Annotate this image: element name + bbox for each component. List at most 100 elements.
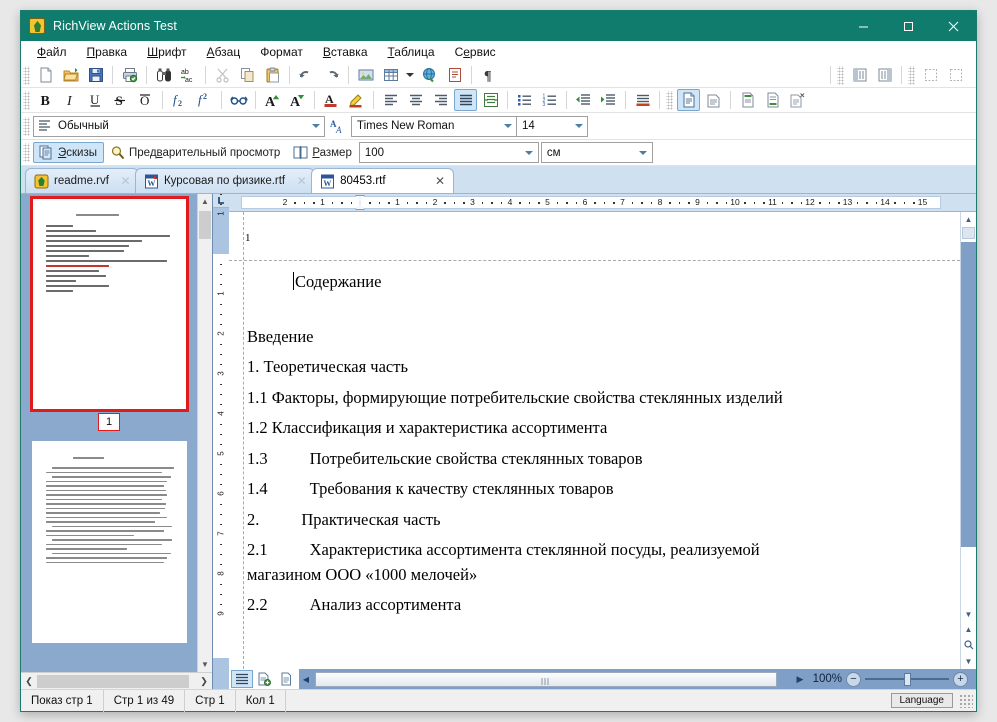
font-name-dropdown-arrow-icon[interactable]	[499, 117, 516, 136]
menu-file[interactable]: Файл	[27, 43, 77, 61]
menu-insert[interactable]: Вставка	[313, 43, 378, 61]
table-dropdown-arrow-icon[interactable]	[404, 64, 416, 86]
thumbnail-hscroll-thumb[interactable]	[37, 675, 189, 688]
zoom-slider[interactable]	[865, 672, 949, 687]
thumbnail-hscroll-track[interactable]	[37, 674, 196, 689]
increase-indent-icon[interactable]	[597, 89, 620, 111]
tab-close-icon[interactable]: ✕	[119, 175, 132, 188]
toc-line[interactable]: 2.2Анализ ассортимента	[247, 597, 960, 614]
hscroll-right-arrow-icon[interactable]: ▶	[792, 674, 808, 685]
menu-font[interactable]: Шрифт	[137, 43, 196, 61]
menu-edit[interactable]: Правка	[77, 43, 138, 61]
reading-view-icon[interactable]	[275, 670, 297, 688]
minimize-button[interactable]	[841, 11, 886, 41]
resize-grip-icon[interactable]	[959, 694, 973, 708]
tab-80453-rtf[interactable]: W 80453.rtf ✕	[311, 168, 453, 193]
borders-icon[interactable]	[631, 89, 654, 111]
new-document-icon[interactable]	[34, 64, 57, 86]
toolbar-grip[interactable]	[23, 66, 30, 85]
toc-line[interactable]: 2.Практическая часть	[247, 512, 960, 529]
paragraph-style-dropdown-arrow-icon[interactable]	[307, 117, 324, 136]
zoom-slider-knob[interactable]	[904, 673, 911, 686]
line-spacing-icon[interactable]	[479, 89, 502, 111]
font-size-dropdown-arrow-icon[interactable]	[570, 117, 587, 136]
close-button[interactable]	[931, 11, 976, 41]
preview-toggle[interactable]: Предварительный просмотр	[104, 142, 287, 163]
decrease-indent-icon[interactable]	[572, 89, 595, 111]
previous-page-button[interactable]: ▲	[961, 621, 976, 637]
menu-service[interactable]: Сервис	[445, 43, 506, 61]
menu-paragraph[interactable]: Абзац	[197, 43, 251, 61]
cut-scissors-icon[interactable]	[211, 64, 234, 86]
hscroll-left-arrow-icon[interactable]: ◀	[299, 675, 313, 684]
draft-view-icon[interactable]	[702, 89, 725, 111]
thumbnail-hscroll-left-arrow-icon[interactable]: ❮	[21, 673, 37, 689]
insert-picture-icon[interactable]	[354, 64, 377, 86]
align-justify-icon[interactable]	[454, 89, 477, 111]
document-hscroll-thumb[interactable]	[315, 672, 777, 687]
thumbnails-toggle[interactable]: Эскизы	[33, 142, 104, 163]
font-name-combo[interactable]: Times New Roman	[351, 116, 517, 137]
redo-arrow-icon[interactable]	[320, 64, 343, 86]
doc-scroll-up-arrow-icon[interactable]: ▲	[961, 212, 976, 226]
toolbar-grip-3[interactable]	[908, 66, 915, 85]
tab-close-icon[interactable]: ✕	[295, 175, 308, 188]
page-columns-right-icon[interactable]	[873, 64, 896, 86]
insert-section-icon[interactable]	[761, 89, 784, 111]
styles-grip[interactable]	[23, 117, 30, 136]
paragraph-style-combo[interactable]: Обычный	[33, 116, 325, 137]
empty-box-icon[interactable]	[919, 64, 942, 86]
thumbnail-scroll-down-arrow-icon[interactable]: ▼	[198, 657, 212, 672]
vertical-ruler[interactable]: 1123456789	[213, 194, 229, 689]
save-icon[interactable]	[84, 64, 107, 86]
highlight-marker-icon[interactable]	[345, 89, 368, 111]
select-browse-object-icon[interactable]	[961, 637, 976, 653]
grow-font-icon[interactable]: A	[261, 89, 284, 111]
insert-table-icon[interactable]	[379, 64, 402, 86]
insert-note-icon[interactable]	[443, 64, 466, 86]
preview-unit-combo[interactable]: см	[541, 142, 653, 163]
doc-scroll-track[interactable]	[961, 226, 976, 607]
open-folder-icon[interactable]	[59, 64, 82, 86]
thumbnail-horizontal-scrollbar[interactable]: ❮ ❯	[21, 672, 212, 689]
page-layout-view-icon[interactable]	[231, 670, 253, 688]
menu-table[interactable]: Таблица	[378, 43, 445, 61]
tab-kursovaya-po-fizike-rtf[interactable]: W Курсовая по физике.rtf ✕	[135, 168, 315, 193]
align-left-icon[interactable]	[379, 89, 402, 111]
undo-arrow-icon[interactable]	[295, 64, 318, 86]
replace-abc-icon[interactable]: abac	[177, 64, 200, 86]
toc-line-continuation[interactable]: магазином ООО «1000 мелочей»	[247, 567, 960, 584]
shrink-font-icon[interactable]: A	[286, 89, 309, 111]
size-toggle[interactable]: Размер	[287, 142, 359, 163]
insert-hyperlink-globe-icon[interactable]	[418, 64, 441, 86]
doc-scroll-down-arrow-icon[interactable]: ▼	[961, 607, 976, 621]
document-heading[interactable]: Содержание	[293, 272, 960, 291]
web-layout-view-icon[interactable]	[253, 670, 275, 688]
toolbar-grip-2[interactable]	[837, 66, 844, 85]
bullet-list-icon[interactable]	[513, 89, 536, 111]
tab-readme-rvf[interactable]: readme.rvf ✕	[25, 168, 139, 193]
document-page[interactable]: 1 Содержание Введение 1. Теоретическая ч…	[229, 212, 960, 669]
tab-close-icon[interactable]: ✕	[434, 175, 447, 188]
preview-grip[interactable]	[23, 143, 30, 162]
paste-clipboard-icon[interactable]	[261, 64, 284, 86]
horizontal-ruler[interactable]: 21123456789101112131415	[229, 194, 976, 212]
zoom-out-button[interactable]: −	[846, 672, 861, 687]
preview-unit-dropdown-arrow-icon[interactable]	[635, 143, 652, 162]
zoom-in-button[interactable]: +	[953, 672, 968, 687]
document-text[interactable]: Содержание Введение 1. Теоретическая час…	[247, 272, 960, 628]
preview-size-dropdown-arrow-icon[interactable]	[521, 143, 538, 162]
numbered-list-icon[interactable]: 123	[538, 89, 561, 111]
toc-line[interactable]: 1. Теоретическая часть	[247, 359, 960, 376]
align-right-icon[interactable]	[429, 89, 452, 111]
reading-glasses-icon[interactable]	[227, 89, 250, 111]
page-viewport[interactable]: 1 Содержание Введение 1. Теоретическая ч…	[229, 212, 960, 669]
overline-icon[interactable]: O	[134, 89, 157, 111]
toc-line-justified[interactable]: 2.1Характеристика ассортимента стеклянно…	[247, 542, 960, 559]
character-style-icon[interactable]: AA	[327, 115, 350, 137]
menu-format[interactable]: Формат	[250, 43, 313, 61]
format-toolbar-grip[interactable]	[23, 91, 30, 110]
show-formatting-marks-pilcrow-icon[interactable]: ¶	[477, 64, 500, 86]
preview-size-combo[interactable]: 100	[359, 142, 539, 163]
toc-line[interactable]: 1.4Требования к качеству стеклянных това…	[247, 481, 960, 498]
